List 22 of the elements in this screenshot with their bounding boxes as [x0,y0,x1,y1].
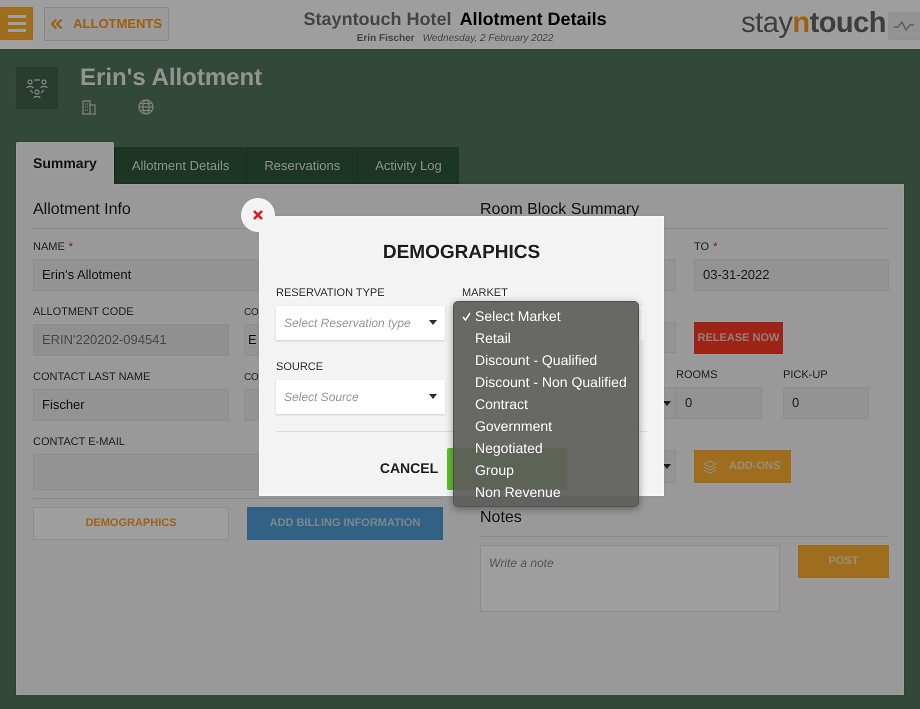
field-label: CONTACT LAST NAME [33,370,150,385]
field-label: ALLOTMENT CODE [33,304,134,320]
field-label: CONTACT E-MAIL [33,434,125,450]
field-label: CO [244,306,258,320]
user-name: Erin Fischer [356,32,415,46]
field-label: MARKET [462,286,508,302]
page-title: Allotment Details [460,8,607,31]
field-label: NAME [33,240,65,255]
required-mark: * [68,242,74,252]
field-label: PICK-UP [783,368,828,383]
required-mark: * [713,242,718,252]
section-title: Allotment Info [33,200,131,220]
field-label: ROOMS [676,368,718,383]
field-label: TO [694,240,710,255]
hotel-name: Stayntouch Hotel [304,8,452,31]
current-date: Wednesday, 2 February 2022 [422,32,554,46]
section-title: Notes [480,508,523,528]
allotment-name: Erin's Allotment [80,63,262,93]
stayntouch-logo: stayntouch [741,6,886,41]
field-label: SOURCE [276,360,324,376]
section-title: Room Block Summary [480,200,640,220]
field-label: CO [244,370,258,384]
